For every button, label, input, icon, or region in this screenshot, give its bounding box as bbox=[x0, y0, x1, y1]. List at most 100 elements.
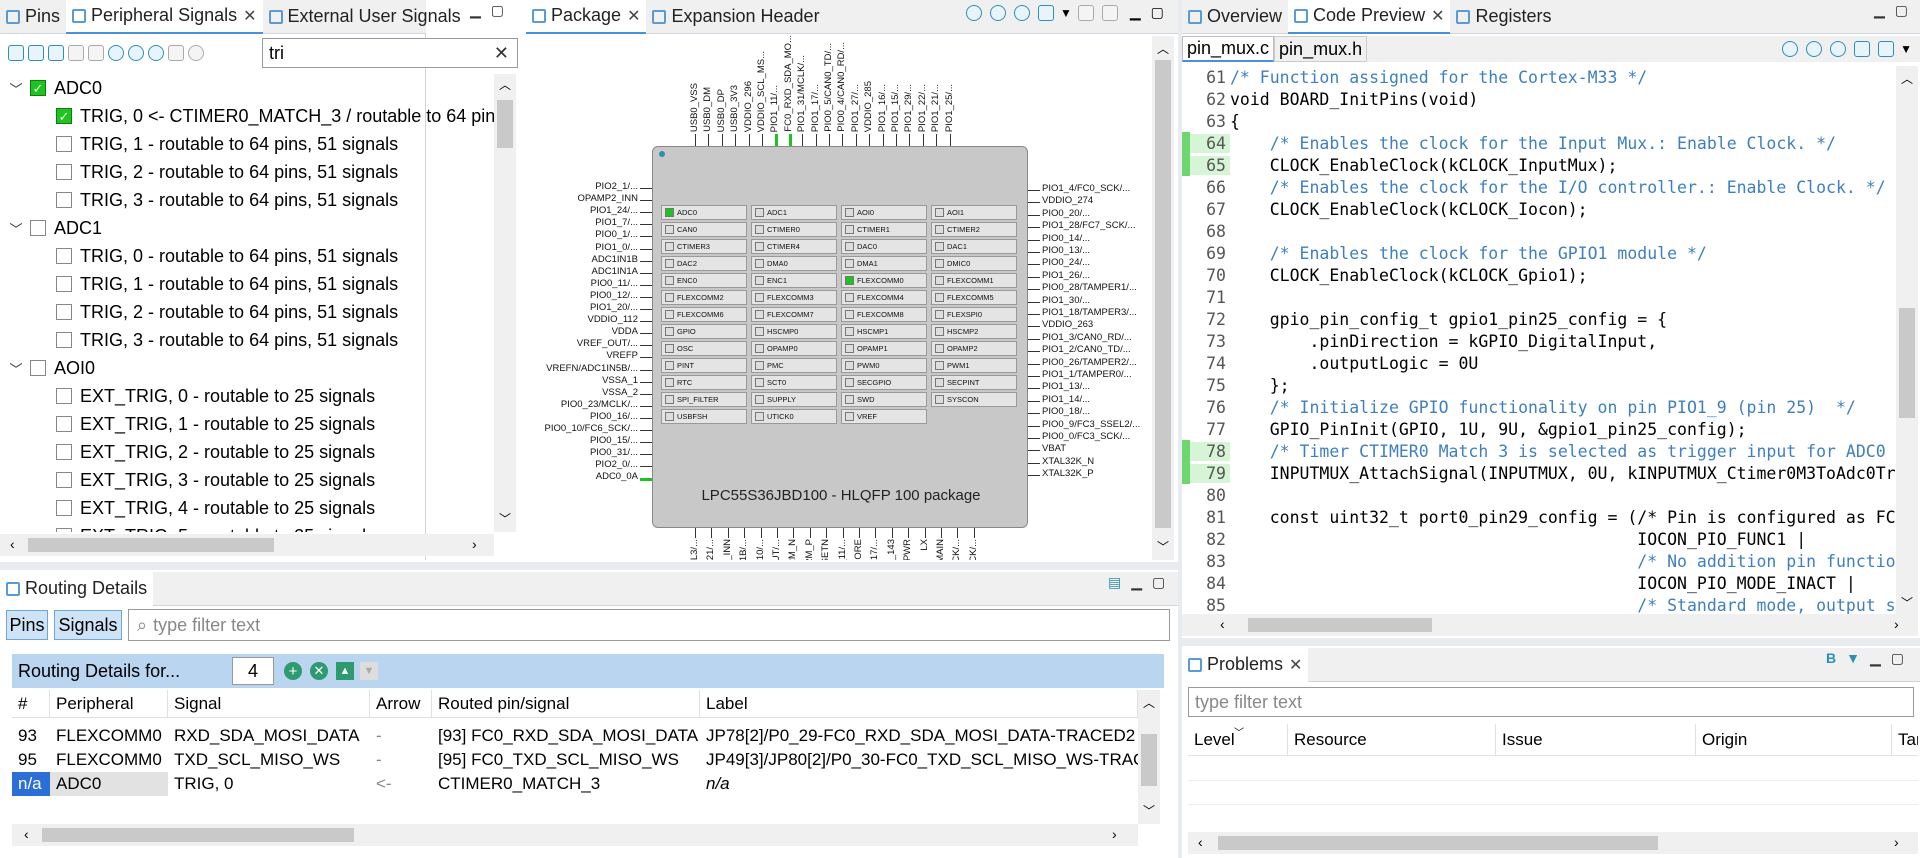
peripheral-flexspi0[interactable]: FLEXSPI0 bbox=[931, 307, 1017, 322]
tree-vscroll-thumb[interactable] bbox=[497, 100, 513, 148]
tab-routing-details[interactable]: Routing Details bbox=[0, 571, 154, 606]
export-icon[interactable] bbox=[1854, 41, 1871, 57]
tree-group[interactable]: ﹀ ✓ ADC0 bbox=[0, 74, 102, 102]
peripheral-hscmp1[interactable]: HSCMP1 bbox=[841, 324, 927, 339]
code-vscrollbar[interactable]: ︿ ﹀ bbox=[1896, 66, 1918, 614]
tree-item[interactable]: ✓ TRIG, 0 <- CTIMER0_MATCH_3 / routable t… bbox=[0, 102, 494, 130]
pin-label[interactable]: PIO1_11/... bbox=[769, 85, 780, 132]
peripheral-ctimer3[interactable]: CTIMER3 bbox=[661, 239, 747, 254]
peripheral-dma1[interactable]: DMA1 bbox=[841, 256, 927, 271]
peripheral-swd[interactable]: SWD bbox=[841, 392, 927, 407]
routing-filter-input[interactable]: ⌕ type filter text bbox=[128, 609, 1170, 641]
pin-label[interactable]: XTAL32K_P bbox=[1042, 468, 1094, 479]
peripheral-hscmp2[interactable]: HSCMP2 bbox=[931, 324, 1017, 339]
peripheral-pint[interactable]: PINT bbox=[661, 358, 747, 373]
pin-label[interactable]: _32M_P bbox=[804, 539, 815, 560]
pin-label[interactable]: VDDIO_263 bbox=[1042, 319, 1093, 330]
scroll-up-icon[interactable]: ︿ bbox=[1157, 40, 1169, 57]
pin-label[interactable]: PIO1_27/... bbox=[850, 84, 861, 132]
chevron-down-icon[interactable]: ﹀ bbox=[8, 219, 24, 238]
pin-label[interactable]: VDDIO_SCL_MS... bbox=[756, 51, 767, 132]
dropdown-icon[interactable]: ▼ bbox=[1900, 42, 1912, 56]
maximize-icon[interactable]: ▢ bbox=[1151, 4, 1164, 21]
tab-expansion-header[interactable]: Expansion Header bbox=[646, 0, 825, 34]
pin-label[interactable]: VBAT bbox=[1042, 443, 1066, 454]
tab-external-user-signals[interactable]: External User Signals bbox=[263, 0, 467, 34]
tree-item[interactable]: TRIG, 2 - routable to 64 pins, 51 signal… bbox=[0, 158, 398, 186]
routing-hscroll-thumb[interactable] bbox=[42, 828, 354, 842]
layout-icon[interactable] bbox=[1101, 4, 1118, 21]
peripheral-flexcomm5[interactable]: FLEXCOMM5 bbox=[931, 290, 1017, 305]
pin-label[interactable]: PIO0_24/... bbox=[1042, 257, 1090, 268]
pin-label[interactable]: PIO1_31/MCLK/... bbox=[796, 55, 807, 132]
package-vscroll-thumb[interactable] bbox=[1155, 60, 1171, 528]
pin-label[interactable]: PIO0_20/... bbox=[1042, 208, 1090, 219]
pin-label[interactable]: PIO2_1/... bbox=[595, 181, 638, 192]
pin-label[interactable]: _10/... bbox=[755, 539, 766, 560]
tab-code-preview[interactable]: Code Preview ✕ bbox=[1288, 0, 1451, 34]
zoom-in-icon[interactable] bbox=[1806, 41, 1823, 57]
close-icon[interactable]: ✕ bbox=[1431, 6, 1444, 26]
file-tab-pin-mux-c[interactable]: pin_mux.c bbox=[1182, 36, 1275, 62]
table-row[interactable]: n/a ADC0 TRIG, 0 <- CTIMER0_MATCH_3 n/a bbox=[12, 772, 1138, 796]
pin-label[interactable]: PIO1_16/... bbox=[877, 84, 888, 132]
scroll-left-icon[interactable]: ‹ bbox=[1198, 834, 1203, 850]
scroll-left-icon[interactable]: ‹ bbox=[1220, 616, 1225, 632]
pin-label[interactable]: PIO1_2/CAN0_TD/... bbox=[1042, 344, 1131, 355]
peripheral-gpio[interactable]: GPIO bbox=[661, 324, 747, 339]
scroll-up-icon[interactable]: ︿ bbox=[1901, 70, 1913, 87]
pin-label[interactable]: PIO1_28/FC7_SCK/... bbox=[1042, 220, 1135, 231]
pin-label[interactable]: USB0_DM bbox=[702, 87, 713, 132]
tree-item[interactable]: TRIG, 0 - routable to 64 pins, 51 signal… bbox=[0, 242, 398, 270]
pin-label[interactable]: PIO1_29/... bbox=[903, 84, 914, 132]
filter-b-icon[interactable]: B bbox=[1826, 650, 1836, 667]
clock-icon[interactable] bbox=[188, 45, 204, 61]
peripheral-opamp1[interactable]: OPAMP1 bbox=[841, 341, 927, 356]
pin-label[interactable]: VREFP bbox=[606, 350, 638, 361]
link-icon[interactable] bbox=[108, 45, 124, 61]
tab-pins[interactable]: Pins bbox=[0, 0, 66, 34]
tab-peripheral-signals[interactable]: Peripheral Signals ✕ bbox=[66, 0, 263, 34]
zoom-out-icon[interactable] bbox=[990, 4, 1006, 21]
peripheral-dac2[interactable]: DAC2 bbox=[661, 256, 747, 271]
file-tab-pin-mux-h[interactable]: pin_mux.h bbox=[1274, 36, 1368, 62]
tree-checkbox[interactable] bbox=[30, 360, 46, 376]
col-issue[interactable]: Issue bbox=[1496, 724, 1696, 756]
peripheral-secpint[interactable]: SECPINT bbox=[931, 375, 1017, 390]
pin-label[interactable]: VDDIO_112 bbox=[587, 314, 638, 325]
pin-label[interactable]: VDDIO_274 bbox=[1042, 195, 1093, 206]
pin-label[interactable]: _CORE bbox=[853, 539, 864, 560]
code-hscroll-thumb[interactable] bbox=[1248, 618, 1432, 632]
pin-label[interactable]: PIO1_7/... bbox=[595, 217, 638, 228]
filter-icon[interactable] bbox=[48, 45, 64, 61]
peripheral-flexcomm2[interactable]: FLEXCOMM2 bbox=[661, 290, 747, 305]
minimize-icon[interactable]: ▁ bbox=[1130, 4, 1141, 21]
pin-label[interactable]: _PWR bbox=[902, 539, 913, 560]
show-unrouted-icon[interactable] bbox=[88, 45, 104, 61]
peripheral-flexcomm3[interactable]: FLEXCOMM3 bbox=[751, 290, 837, 305]
scroll-right-icon[interactable]: › bbox=[472, 536, 477, 552]
table-row[interactable]: 95 FLEXCOMM0 TXD_SCL_MISO_WS - [95] FC0_TXD_… bbox=[12, 748, 1138, 772]
chip-body[interactable]: LPC55S36JBD100 - HLQFP 100 package ADC0 AD… bbox=[652, 146, 1028, 528]
peripheral-enc1[interactable]: ENC1 bbox=[751, 273, 837, 288]
add-icon[interactable]: + bbox=[284, 662, 302, 680]
clear-filter-icon[interactable]: ✕ bbox=[494, 43, 509, 64]
scroll-left-icon[interactable]: ‹ bbox=[24, 826, 29, 842]
pin-label[interactable]: LX bbox=[919, 539, 930, 551]
pin-label[interactable]: PIO2_0/... bbox=[595, 459, 638, 470]
code-editor[interactable]: 61/* Function assigned for the Cortex-M3… bbox=[1182, 66, 1896, 614]
col-peripheral[interactable]: Peripheral bbox=[50, 690, 168, 718]
peripheral-opamp0[interactable]: OPAMP0 bbox=[751, 341, 837, 356]
peripheral-flexcomm1[interactable]: FLEXCOMM1 bbox=[931, 273, 1017, 288]
peripheral-dma0[interactable]: DMA0 bbox=[751, 256, 837, 271]
peripheral-ctimer0[interactable]: CTIMER0 bbox=[751, 222, 837, 237]
scroll-right-icon[interactable]: › bbox=[1894, 616, 1899, 632]
peripheral-adc0[interactable]: ADC0 bbox=[661, 205, 747, 220]
close-icon[interactable]: ✕ bbox=[1289, 655, 1302, 675]
pin-label[interactable]: PIO0_4/CAN0_RD/... bbox=[836, 42, 847, 132]
col-signal[interactable]: Signal bbox=[168, 690, 370, 718]
tree-item[interactable]: TRIG, 1 - routable to 64 pins, 51 signal… bbox=[0, 270, 398, 298]
signal-filter-box[interactable]: tri ✕ bbox=[262, 38, 518, 68]
tab-overview[interactable]: Overview bbox=[1182, 0, 1288, 34]
pin-label[interactable]: PIO1_20/... bbox=[590, 302, 638, 313]
